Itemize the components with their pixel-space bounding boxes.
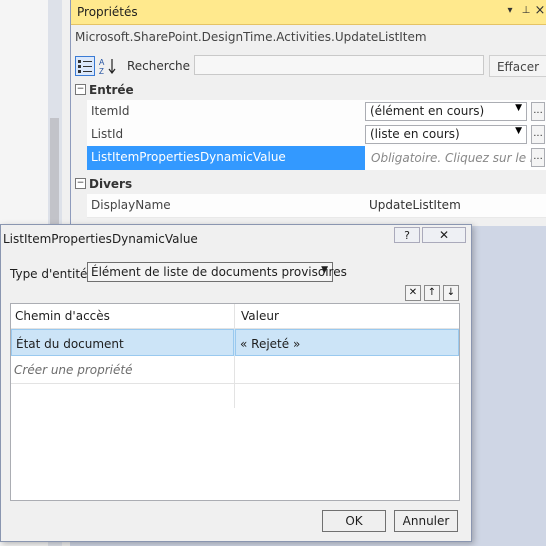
category-entree[interactable]: − Entrée: [71, 80, 546, 100]
move-down-button[interactable]: ↓: [443, 285, 459, 301]
alphabetical-sort-icon[interactable]: A Z: [98, 56, 118, 76]
property-name: DisplayName: [91, 198, 171, 212]
itemid-dropdown[interactable]: (élément en cours) ▼: [365, 102, 527, 121]
object-selector[interactable]: Microsoft.SharePoint.DesignTime.Activiti…: [75, 30, 427, 44]
move-up-button[interactable]: ↑: [424, 285, 440, 301]
property-name: ItemId: [91, 104, 130, 118]
chevron-down-icon: ▼: [515, 103, 522, 113]
search-input[interactable]: [194, 55, 484, 75]
help-button[interactable]: ?: [394, 227, 420, 243]
new-row[interactable]: Créer une propriété: [11, 357, 459, 384]
collapse-icon[interactable]: −: [75, 178, 86, 189]
table-row[interactable]: État du document « Rejeté »: [11, 329, 459, 356]
close-icon: ✕: [438, 228, 450, 242]
property-value: Obligatoire. Cliquez sur le bou: [371, 151, 531, 165]
dynamic-value-dialog: ListItemPropertiesDynamicValue ? ✕ Type …: [0, 224, 472, 542]
column-divider: [234, 304, 235, 408]
ellipsis-button[interactable]: ...: [531, 148, 545, 167]
new-row-placeholder: Créer une propriété: [14, 363, 133, 377]
collapse-icon[interactable]: −: [75, 84, 86, 95]
categorized-view-icon[interactable]: [75, 56, 95, 76]
column-header-path[interactable]: Chemin d'accès: [15, 309, 110, 323]
category-divers[interactable]: − Divers: [71, 174, 546, 194]
grid-header: Chemin d'accès Valeur: [11, 304, 459, 329]
property-row-listitempropertiesdynamicvalue[interactable]: ListItemPropertiesDynamicValue Obligatoi…: [87, 146, 546, 170]
property-row-listid[interactable]: ListId (liste en cours) ▼ ...: [87, 123, 546, 147]
property-name: ListId: [91, 127, 124, 141]
pin-icon[interactable]: ⊥: [519, 4, 533, 18]
cancel-button[interactable]: Annuler: [394, 510, 458, 532]
cell-text: « Rejeté »: [240, 337, 301, 351]
dropdown-value: (liste en cours): [370, 127, 460, 141]
dialog-close-button[interactable]: ✕: [422, 227, 466, 243]
delete-row-button[interactable]: ✕: [405, 285, 421, 301]
property-row-displayname[interactable]: DisplayName UpdateListItem: [87, 194, 546, 218]
value-cell[interactable]: « Rejeté »: [235, 329, 459, 356]
cell-text: État du document: [16, 337, 124, 351]
ellipsis-button[interactable]: ...: [531, 125, 545, 144]
property-value-cell[interactable]: Obligatoire. Cliquez sur le bou: [365, 146, 546, 170]
category-label: Divers: [89, 177, 133, 191]
column-header-value[interactable]: Valeur: [241, 309, 279, 323]
listid-dropdown[interactable]: (liste en cours) ▼: [365, 125, 527, 144]
arrow-down-icon: ↓: [446, 287, 456, 298]
property-name: ListItemPropertiesDynamicValue: [91, 150, 286, 164]
dropdown-value: Élément de liste de documents provisoire…: [91, 265, 347, 279]
search-label: Recherche :: [127, 59, 198, 73]
svg-text:A: A: [99, 58, 105, 67]
clear-button[interactable]: Effacer: [489, 55, 546, 77]
dialog-title: ListItemPropertiesDynamicValue: [3, 232, 198, 246]
entity-type-label: Type d'entité: [10, 267, 88, 281]
category-label: Entrée: [89, 83, 134, 97]
window-position-icon[interactable]: ▾: [503, 4, 517, 18]
close-icon[interactable]: ×: [533, 4, 546, 18]
left-pane-scrollbar-thumb[interactable]: [50, 118, 59, 238]
path-cell[interactable]: État du document: [11, 329, 234, 356]
properties-toolbar: A Z Recherche : Effacer: [71, 52, 546, 80]
selected-property-highlight: ListItemPropertiesDynamicValue: [87, 146, 365, 170]
dropdown-value: (élément en cours): [370, 104, 485, 118]
properties-titlebar: Propriétés ▾ ⊥ ×: [71, 0, 546, 25]
property-value[interactable]: UpdateListItem: [369, 198, 461, 212]
ok-button[interactable]: OK: [322, 510, 386, 532]
chevron-down-icon: ▼: [515, 126, 522, 136]
arrow-up-icon: ↑: [427, 287, 437, 298]
entity-type-dropdown[interactable]: Élément de liste de documents provisoire…: [87, 262, 347, 282]
properties-grid: Chemin d'accès Valeur État du document «…: [10, 303, 460, 501]
svg-text:Z: Z: [99, 67, 104, 76]
properties-window: Propriétés ▾ ⊥ × Microsoft.SharePoint.De…: [70, 0, 546, 226]
chevron-down-icon: ▼: [321, 265, 328, 275]
properties-title: Propriétés: [77, 5, 138, 19]
property-row-itemid[interactable]: ItemId (élément en cours) ▼ ...: [87, 100, 546, 124]
help-icon: ?: [404, 229, 410, 242]
ellipsis-button[interactable]: ...: [531, 102, 545, 121]
delete-icon: ✕: [408, 287, 418, 298]
